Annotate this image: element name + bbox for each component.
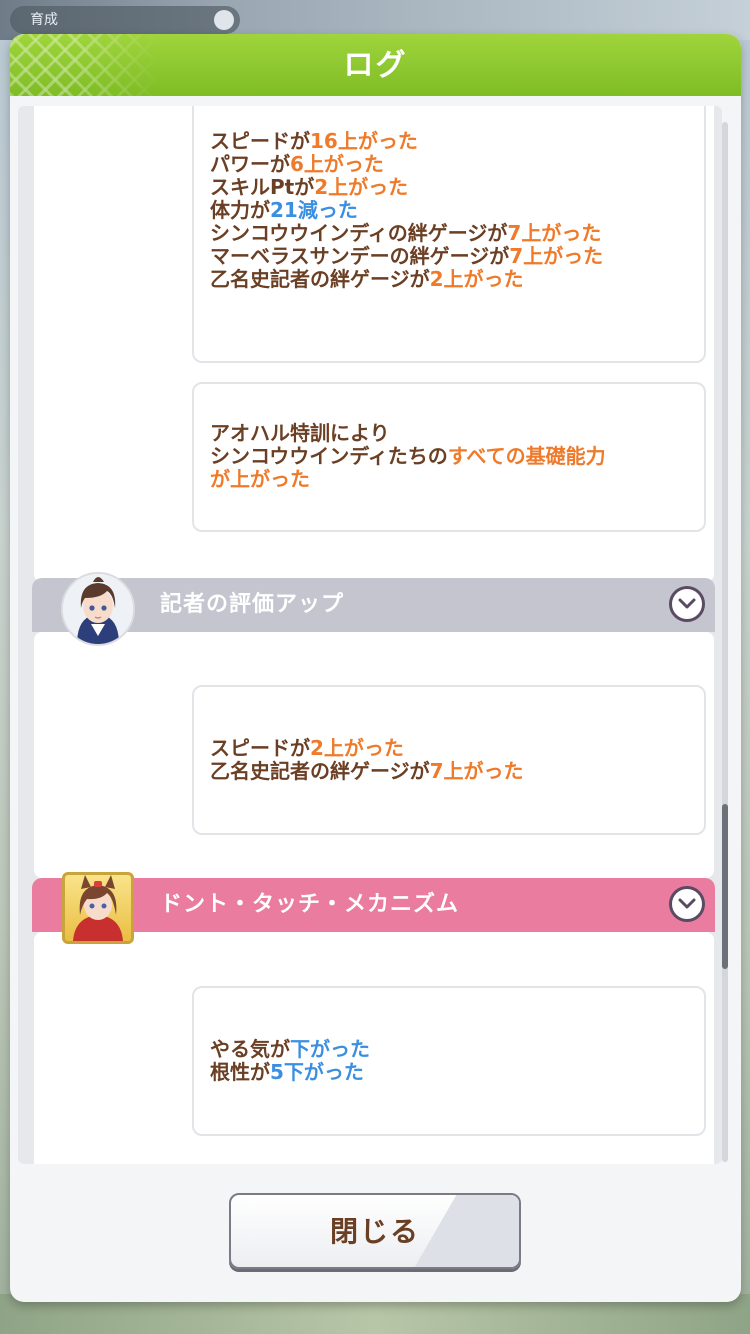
reporter-avatar	[61, 572, 135, 646]
background-pill-icon	[214, 10, 234, 30]
background-status-pill: 育成	[10, 6, 240, 34]
log-line: スキルPtが2上がった	[210, 175, 409, 199]
log-line: 体力が21減った	[210, 198, 358, 222]
log-dialog: ログ スピードが16上がった パワーが6上がった スキルPtが2上がった 体力が…	[10, 34, 741, 1302]
log-card: スピードが2上がった 乙名史記者の絆ゲージが7上がった	[192, 685, 706, 835]
chevron-down-icon[interactable]	[669, 886, 705, 922]
log-line: シンコウウインディたちのすべての基礎能力	[210, 444, 606, 468]
log-card: やる気が下がった 根性が5下がった	[192, 986, 706, 1136]
scrollbar-track[interactable]	[722, 122, 728, 1162]
log-line: パワーが6上がった	[210, 152, 384, 176]
log-card: アオハル特訓により シンコウウインディたちのすべての基礎能力 が上がった	[192, 382, 706, 532]
log-scroll-area[interactable]: スピードが16上がった パワーが6上がった スキルPtが2上がった 体力が21減…	[18, 106, 722, 1164]
background-top-label: 育成	[30, 12, 58, 28]
log-line: スピードが16上がった	[210, 129, 418, 153]
close-button[interactable]: 閉じる	[229, 1193, 521, 1269]
chevron-down-icon[interactable]	[669, 586, 705, 622]
log-line: やる気が下がった	[210, 1037, 370, 1061]
close-button-label: 閉じる	[329, 1215, 420, 1248]
scrollbar-thumb[interactable]	[722, 804, 728, 969]
log-line: スピードが2上がった	[210, 736, 404, 760]
log-line: 乙名史記者の絆ゲージが2上がった	[210, 267, 524, 291]
log-line: マーベラスサンデーの絆ゲージが7上がった	[210, 244, 604, 268]
log-line: シンコウウインディの絆ゲージが7上がった	[210, 221, 602, 245]
log-line: 根性が5下がった	[210, 1060, 364, 1084]
log-line: が上がった	[210, 467, 310, 491]
log-line: アオハル特訓により	[210, 421, 390, 445]
dialog-title: ログ	[343, 48, 408, 83]
log-group-reporter: スピードが2上がった 乙名史記者の絆ゲージが7上がった	[34, 632, 714, 878]
log-card: スピードが16上がった パワーが6上がった スキルPtが2上がった 体力が21減…	[192, 106, 706, 363]
log-line: 乙名史記者の絆ゲージが7上がった	[210, 759, 524, 783]
log-group-horse-girl: やる気が下がった 根性が5下がった	[34, 932, 714, 1164]
dialog-title-bar: ログ	[10, 34, 741, 96]
event-header-title: ドント・タッチ・メカニズム	[160, 892, 460, 917]
event-header-title: 記者の評価アップ	[160, 592, 345, 617]
horse-girl-avatar	[62, 872, 134, 944]
event-header-horse-girl[interactable]: ドント・タッチ・メカニズム	[32, 878, 715, 932]
log-group-training: スピードが16上がった パワーが6上がった スキルPtが2上がった 体力が21減…	[34, 106, 714, 582]
